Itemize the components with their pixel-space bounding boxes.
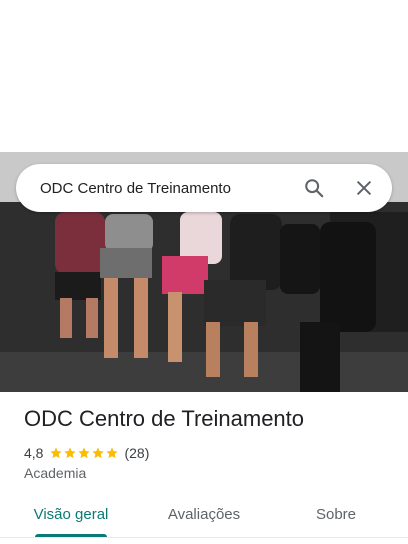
tab-reviews[interactable]: Avaliações — [156, 494, 252, 534]
place-title: ODC Centro de Treinamento — [24, 406, 305, 431]
star-icon — [64, 447, 77, 459]
tab-about[interactable]: Sobre — [300, 494, 372, 534]
search-button[interactable] — [294, 168, 334, 208]
star-icon — [106, 447, 119, 459]
search-icon — [305, 179, 324, 198]
tabs-divider — [0, 537, 408, 538]
place-tabs: Visão geral Avaliações Sobre — [0, 494, 408, 538]
rating-row[interactable]: 4,8 (28) — [24, 443, 149, 463]
star-icon — [78, 447, 91, 459]
tab-overview[interactable]: Visão geral — [22, 494, 120, 534]
review-count[interactable]: (28) — [124, 445, 149, 461]
clear-search-button[interactable] — [344, 168, 384, 208]
star-icon — [50, 447, 63, 459]
rating-value: 4,8 — [24, 445, 44, 461]
search-input[interactable]: ODC Centro de Treinamento — [16, 180, 294, 197]
place-category: Academia — [24, 465, 87, 481]
star-rating — [49, 446, 119, 460]
star-icon — [92, 447, 105, 459]
search-bar[interactable]: ODC Centro de Treinamento — [16, 164, 392, 212]
close-icon — [357, 181, 371, 195]
